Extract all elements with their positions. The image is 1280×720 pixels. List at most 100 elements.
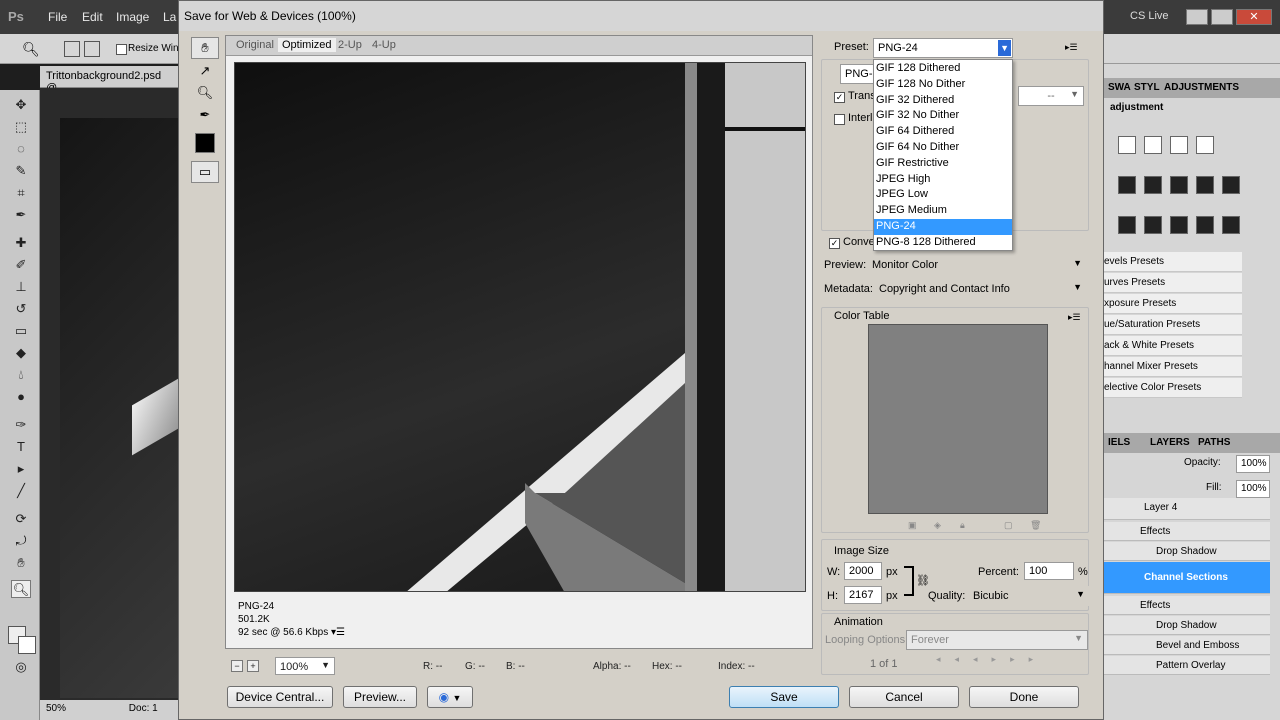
preset-option[interactable]: JPEG Medium <box>874 203 1012 219</box>
history-brush-tool-icon[interactable]: ↺ <box>11 300 31 318</box>
quick-mask-icon[interactable]: ◎ <box>11 658 31 676</box>
optimized-preview-image[interactable] <box>234 62 806 592</box>
preset-option[interactable]: PNG-8 128 Dithered <box>874 235 1012 251</box>
tab-4-up[interactable]: 4-Up <box>372 39 396 51</box>
chain-link-icon[interactable]: ⛓︎ <box>916 574 930 587</box>
width-input[interactable]: 2000 <box>844 562 882 580</box>
layer-effects-row[interactable]: Effects <box>1104 522 1270 541</box>
layer-effect-row[interactable]: Drop Shadow <box>1104 616 1270 635</box>
convert-srgb-checkbox[interactable]: ✓ <box>829 238 840 249</box>
slice-select-tool-icon[interactable]: ↗ <box>191 61 219 83</box>
dodge-tool-icon[interactable]: ● <box>11 388 31 406</box>
restore-button[interactable] <box>1211 9 1233 25</box>
cs-live-button[interactable]: CS Live <box>1112 10 1169 22</box>
menu-file[interactable]: File <box>48 10 67 24</box>
eraser-tool-icon[interactable]: ▭ <box>11 322 31 340</box>
height-input[interactable]: 2167 <box>844 586 882 604</box>
eyedropper-tool-icon[interactable]: ✒ <box>11 206 31 224</box>
line-tool-icon[interactable]: ╱ <box>11 482 31 500</box>
preview-button[interactable]: Preview... <box>343 686 417 708</box>
tab-layers[interactable]: LAYERS <box>1150 437 1190 448</box>
zoom-tool-icon[interactable]: 🔍︎ <box>11 580 31 598</box>
preset-option[interactable]: GIF 64 Dithered <box>874 124 1012 140</box>
toggle-slices-icon[interactable]: ▭ <box>191 161 219 183</box>
preset-channel-mixer[interactable]: hannel Mixer Presets <box>1104 357 1242 377</box>
crop-tool-icon[interactable]: ⌗ <box>11 184 31 202</box>
layer-effect-row[interactable]: Drop Shadow <box>1104 542 1270 561</box>
path-select-tool-icon[interactable]: ▸ <box>11 460 31 478</box>
color-table-menu-icon[interactable]: ▸☰ <box>1068 312 1081 323</box>
menu-image[interactable]: Image <box>116 10 149 24</box>
preview-color-select[interactable]: Monitor Color ▼ <box>867 255 1087 275</box>
move-tool-icon[interactable]: ✥ <box>11 96 31 114</box>
tab-adjustments[interactable]: ADJUSTMENTS <box>1164 82 1239 93</box>
tab-channels[interactable]: IELS <box>1108 437 1130 448</box>
gradient-map-icon[interactable] <box>1196 216 1214 234</box>
tab-2-up[interactable]: 2-Up <box>338 39 362 51</box>
tab-styles[interactable]: STYL <box>1134 82 1160 93</box>
document-tab[interactable]: Trittonbackground2.psd @ <box>40 66 180 94</box>
tab-swatches[interactable]: SWA <box>1108 82 1131 93</box>
preset-select[interactable]: PNG-24 ▼ <box>873 38 1013 58</box>
eyedropper-color-swatch[interactable] <box>195 133 215 153</box>
menu-layer[interactable]: La <box>163 10 176 24</box>
preset-selective-color[interactable]: elective Color Presets <box>1104 378 1242 398</box>
quality-select[interactable]: Bicubic ▼ <box>968 586 1090 606</box>
healing-tool-icon[interactable]: ✚ <box>11 234 31 252</box>
zoom-tool-icon[interactable]: 🔍︎ <box>22 41 40 58</box>
tab-original[interactable]: Original <box>236 39 274 51</box>
zoom-in-button[interactable]: + <box>247 660 259 672</box>
pen-tool-icon[interactable]: ✑ <box>11 416 31 434</box>
3d-orbit-tool-icon[interactable]: ⤾ <box>11 532 31 550</box>
percent-input[interactable]: 100 <box>1024 562 1074 580</box>
zoom-out-icon[interactable] <box>84 41 100 57</box>
preset-option[interactable]: GIF 128 Dithered <box>874 61 1012 77</box>
zoom-level-select[interactable]: 100% ▼ <box>275 657 335 675</box>
eyedropper-tool-icon[interactable]: ✒ <box>191 105 219 127</box>
browser-select-button[interactable]: ◉ ▼ <box>427 686 473 708</box>
preset-option[interactable]: PNG-24 <box>874 219 1012 235</box>
looping-options-select[interactable]: Forever ▼ <box>906 630 1088 650</box>
brightness-icon[interactable] <box>1118 136 1136 154</box>
quick-select-tool-icon[interactable]: ✎ <box>11 162 31 180</box>
posterize-icon[interactable] <box>1144 216 1162 234</box>
web-shift-icon[interactable]: ◈ <box>934 520 941 531</box>
background-color-swatch[interactable] <box>18 636 36 654</box>
stamp-tool-icon[interactable]: ⊥ <box>11 278 31 296</box>
zoom-out-button[interactable]: − <box>231 660 243 672</box>
resize-windows-checkbox[interactable] <box>116 44 127 55</box>
document-canvas[interactable] <box>40 88 192 700</box>
preset-option[interactable]: JPEG Low <box>874 187 1012 203</box>
channel-mixer-icon[interactable] <box>1222 176 1240 194</box>
preset-option[interactable]: JPEG High <box>874 172 1012 188</box>
metadata-select[interactable]: Copyright and Contact Info ▼ <box>874 279 1087 299</box>
layer-row[interactable]: Layer 4 <box>1104 498 1270 520</box>
bucket-tool-icon[interactable]: ◆ <box>11 344 31 362</box>
lock-color-icon[interactable]: 🔒︎ <box>960 520 965 531</box>
brush-tool-icon[interactable]: ✐ <box>11 256 31 274</box>
hand-tool-icon[interactable]: ✋︎ <box>191 37 219 59</box>
preset-curves[interactable]: urves Presets <box>1104 273 1242 293</box>
hand-tool-icon[interactable]: ✋︎ <box>11 554 31 572</box>
interlaced-checkbox[interactable] <box>834 114 845 125</box>
layer-row-selected[interactable]: Channel Sections <box>1104 562 1270 594</box>
3d-rotate-tool-icon[interactable]: ⟳ <box>11 510 31 528</box>
cancel-button[interactable]: Cancel <box>849 686 959 708</box>
blur-tool-icon[interactable]: 💧︎ <box>11 366 31 384</box>
zoom-in-icon[interactable] <box>64 41 80 57</box>
map-color-icon[interactable]: ▣ <box>908 520 917 531</box>
curves-icon[interactable] <box>1170 136 1188 154</box>
preset-levels[interactable]: evels Presets <box>1104 252 1242 272</box>
zoom-status[interactable]: 50% <box>46 703 66 714</box>
layer-effect-row[interactable]: Bevel and Emboss <box>1104 636 1270 655</box>
done-button[interactable]: Done <box>969 686 1079 708</box>
preset-option[interactable]: GIF 128 No Dither <box>874 77 1012 93</box>
photo-filter-icon[interactable] <box>1196 176 1214 194</box>
close-window-button[interactable]: ✕ <box>1236 9 1272 25</box>
menu-edit[interactable]: Edit <box>82 10 103 24</box>
zoom-tool-icon[interactable]: 🔍︎ <box>191 83 219 105</box>
optimize-menu-icon[interactable]: ▸☰ <box>1065 42 1078 53</box>
lasso-tool-icon[interactable]: ◌ <box>11 140 31 158</box>
device-central-button[interactable]: Device Central... <box>227 686 333 708</box>
preset-option[interactable]: GIF 32 No Dither <box>874 108 1012 124</box>
